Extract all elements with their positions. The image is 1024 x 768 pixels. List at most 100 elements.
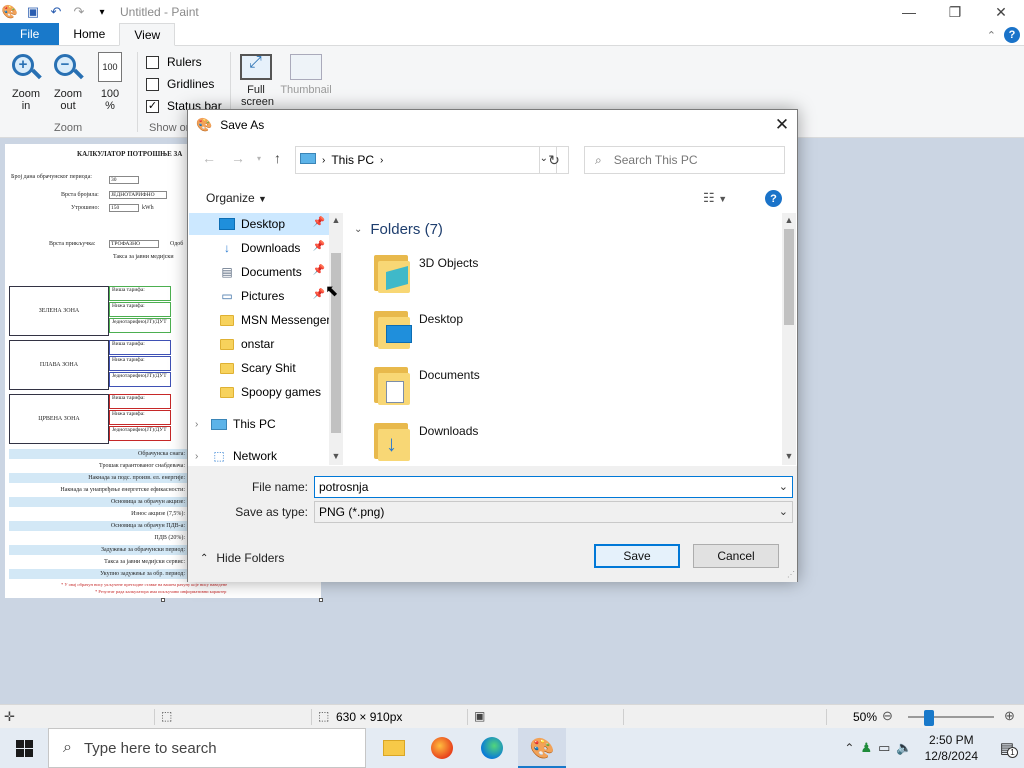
taskbar-search[interactable]: ⌕ Type here to search (48, 728, 366, 768)
paint-taskbar-button[interactable]: 🎨 (518, 728, 566, 768)
maximize-button[interactable]: ❐ (932, 0, 978, 24)
tab-file[interactable]: File (0, 23, 60, 45)
zone-row: Виша тарифа: (109, 286, 171, 301)
nav-item-pictures[interactable]: ▭ Pictures 📌 (189, 285, 329, 307)
save-as-type-select[interactable]: PNG (*.png) ⌄ (314, 501, 793, 523)
folder-name-desktop[interactable]: Desktop (419, 312, 463, 326)
customize-toolbar-icon[interactable]: ▾ (94, 4, 110, 20)
back-arrow-icon[interactable]: ← (202, 150, 216, 166)
folder-desktop-icon[interactable] (374, 307, 414, 351)
forward-arrow-icon[interactable]: → (231, 150, 245, 166)
nav-item-onstar[interactable]: onstar (189, 333, 329, 355)
zoom-slider-track[interactable] (908, 716, 994, 718)
full-screen-button[interactable]: Full screen (236, 52, 276, 108)
folder-name-downloads[interactable]: Downloads (419, 424, 478, 438)
rulers-checkbox[interactable]: Rulers (146, 55, 202, 69)
collapse-ribbon-icon[interactable]: ⌃ (987, 29, 996, 42)
folder-downloads-icon[interactable]: ↓ (374, 419, 414, 463)
dialog-help-icon[interactable]: ? (765, 190, 782, 207)
zoom-100-button[interactable]: 100 100 % (90, 52, 130, 112)
volume-icon[interactable]: 🔈 (896, 740, 912, 756)
file-list-scrollbar[interactable]: ▲ ▼ (782, 213, 796, 465)
zoom-in-button[interactable]: + Zoom in (6, 52, 46, 112)
address-bar[interactable]: › This PC › ⌄ (295, 146, 557, 174)
nav-item-this-pc[interactable]: › This PC (189, 413, 329, 435)
nav-item-spoopy-games[interactable]: Spoopy games (189, 381, 329, 403)
resize-handle[interactable] (319, 598, 323, 602)
cancel-button[interactable]: Cancel (693, 544, 779, 568)
breadcrumb-this-pc[interactable]: This PC (331, 153, 374, 167)
show-hidden-icons-icon[interactable]: ⌃ (844, 741, 854, 755)
save-button[interactable]: Save (594, 544, 680, 568)
breadcrumb-separator-icon[interactable]: › (380, 155, 383, 166)
change-view-button[interactable]: ☷ ▼ (703, 190, 727, 206)
up-arrow-icon[interactable]: ↑ (274, 150, 281, 166)
scrollbar-thumb[interactable] (331, 253, 341, 433)
notifications-icon[interactable]: ▤1 (990, 739, 1024, 758)
clock[interactable]: 2:50 PM 12/8/2024 (919, 732, 984, 764)
collapse-group-icon[interactable]: ⌄ (354, 224, 362, 235)
resize-grip-icon[interactable]: ⋰ (787, 570, 795, 579)
rulers-checkbox-box[interactable] (146, 55, 159, 69)
refresh-button[interactable]: ↻ (539, 146, 569, 174)
close-button[interactable]: ✕ (978, 0, 1024, 24)
folders-group-label: Folders (7) (370, 221, 443, 238)
nav-item-network[interactable]: › ⬚ Network (189, 445, 329, 465)
scroll-down-icon[interactable]: ▼ (782, 451, 796, 461)
organize-button[interactable]: Organize ▼ (206, 191, 267, 205)
navigation-pane[interactable]: Desktop 📌 ↓ Downloads 📌 ▤ Documents 📌 ▭ … (189, 213, 343, 465)
tab-home[interactable]: Home (59, 23, 119, 45)
expand-chevron-icon[interactable]: › (195, 419, 211, 430)
firefox-taskbar-button[interactable] (418, 728, 466, 768)
help-icon[interactable]: ? (1004, 27, 1020, 43)
save-as-type-chevron-icon[interactable]: ⌄ (779, 505, 788, 518)
navigation-pane-scrollbar[interactable]: ▲ ▼ (329, 213, 343, 465)
file-name-input[interactable]: potrosnja ⌄ (314, 476, 793, 498)
recent-locations-icon[interactable]: ▾ (257, 154, 261, 163)
zoom-in-icon[interactable]: ⊕ (1004, 708, 1015, 724)
status-bar-checkbox-box[interactable]: ✓ (146, 99, 159, 113)
people-icon[interactable]: ♟ (860, 740, 872, 756)
undo-icon[interactable]: ↶ (48, 4, 64, 20)
zoom-out-button[interactable]: − Zoom out (48, 52, 88, 112)
zoom-out-icon: − (52, 52, 84, 84)
scroll-up-icon[interactable]: ▲ (329, 215, 343, 225)
nav-item-msn-messenger[interactable]: MSN Messenger (189, 309, 330, 331)
save-icon[interactable]: ▣ (25, 4, 41, 20)
scrollbar-thumb[interactable] (784, 229, 794, 325)
zoom-slider-thumb[interactable] (924, 710, 934, 726)
file-list-pane[interactable]: ⌄ Folders (7) 3D Objects Desktop Documen… (346, 213, 796, 465)
hide-folders-button[interactable]: ⌃ Hide Folders (200, 551, 284, 565)
gridlines-checkbox[interactable]: Gridlines (146, 77, 214, 91)
resize-handle[interactable] (161, 598, 165, 602)
folder-name-3d-objects[interactable]: 3D Objects (419, 256, 478, 270)
nav-item-documents[interactable]: ▤ Documents 📌 (189, 261, 329, 283)
dialog-close-button[interactable]: ✕ (767, 110, 797, 140)
dialog-search-input[interactable]: ⌕ Search This PC (584, 146, 785, 174)
start-button[interactable] (0, 728, 48, 768)
expand-chevron-icon[interactable]: › (195, 451, 211, 462)
scroll-up-icon[interactable]: ▲ (782, 215, 796, 225)
folder-3d-objects-icon[interactable] (374, 251, 414, 295)
folder-documents-icon[interactable] (374, 363, 414, 407)
scroll-down-icon[interactable]: ▼ (329, 451, 343, 461)
nav-item-scary-shit[interactable]: Scary Shit (189, 357, 329, 379)
gridlines-checkbox-box[interactable] (146, 77, 159, 91)
nav-item-desktop[interactable]: Desktop 📌 (189, 213, 329, 235)
zoom-out-icon[interactable]: ⊖ (882, 708, 893, 724)
minimize-button[interactable]: — (886, 0, 932, 24)
summary-row: Укупно задужење за обр. период: (9, 569, 189, 579)
refresh-icon: ↻ (548, 151, 560, 168)
folders-group-header[interactable]: ⌄ Folders (7) (354, 221, 443, 238)
full-screen-label: Full screen (241, 84, 275, 108)
network-icon[interactable]: ▭ (878, 740, 890, 756)
edge-taskbar-button[interactable] (468, 728, 516, 768)
folder-name-documents[interactable]: Documents (419, 368, 480, 382)
file-explorer-taskbar-button[interactable] (370, 728, 418, 768)
paint-icon: 🎨 (529, 737, 555, 760)
nav-item-downloads[interactable]: ↓ Downloads 📌 (189, 237, 329, 259)
tab-view[interactable]: View (119, 23, 176, 46)
file-name-history-chevron-icon[interactable]: ⌄ (779, 480, 788, 493)
redo-icon[interactable]: ↷ (71, 4, 87, 20)
thumbnail-button[interactable]: Thumbnail (280, 52, 332, 96)
